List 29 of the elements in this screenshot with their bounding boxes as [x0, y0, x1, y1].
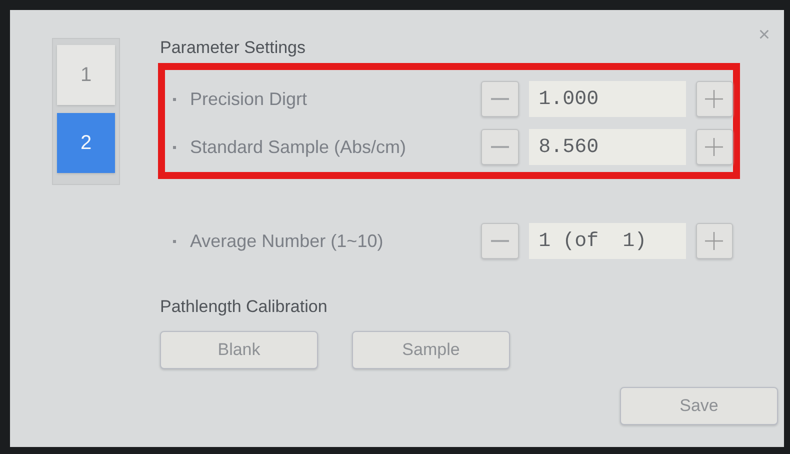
- page-tab[interactable]: 1: [57, 45, 115, 105]
- plus-icon: [705, 232, 724, 250]
- minus-icon: [490, 240, 509, 242]
- bullet-icon: [173, 240, 176, 242]
- value-field[interactable]: 8.560: [528, 129, 686, 165]
- decrement-button[interactable]: [481, 223, 519, 259]
- minus-icon: [490, 98, 509, 100]
- bullet-icon: [173, 146, 176, 148]
- bullet-icon: [173, 98, 176, 100]
- plus-icon: [705, 138, 724, 156]
- section-title: Parameter Settings: [160, 38, 307, 59]
- increment-button[interactable]: [696, 81, 733, 117]
- close-button[interactable]: ×: [756, 24, 772, 47]
- minus-icon: [490, 146, 509, 148]
- calibration-button[interactable]: Sample: [352, 331, 510, 369]
- setting-label: Standard Sample (Abs/cm): [190, 136, 408, 158]
- calibration-button[interactable]: Blank: [160, 331, 318, 369]
- increment-button[interactable]: [696, 223, 733, 259]
- plus-icon: [705, 90, 724, 108]
- decrement-button[interactable]: [481, 129, 519, 165]
- value-field[interactable]: 1.000: [528, 81, 686, 117]
- section-title: Pathlength Calibration: [160, 297, 328, 317]
- value-field[interactable]: 1 (of 1): [528, 223, 686, 259]
- increment-button[interactable]: [696, 129, 733, 165]
- setting-label: Average Number (1~10): [190, 230, 384, 252]
- decrement-button[interactable]: [481, 81, 519, 117]
- page-tab[interactable]: 2: [57, 113, 115, 173]
- setting-label: Precision Digrt: [190, 88, 308, 110]
- save-button[interactable]: Save: [620, 387, 778, 425]
